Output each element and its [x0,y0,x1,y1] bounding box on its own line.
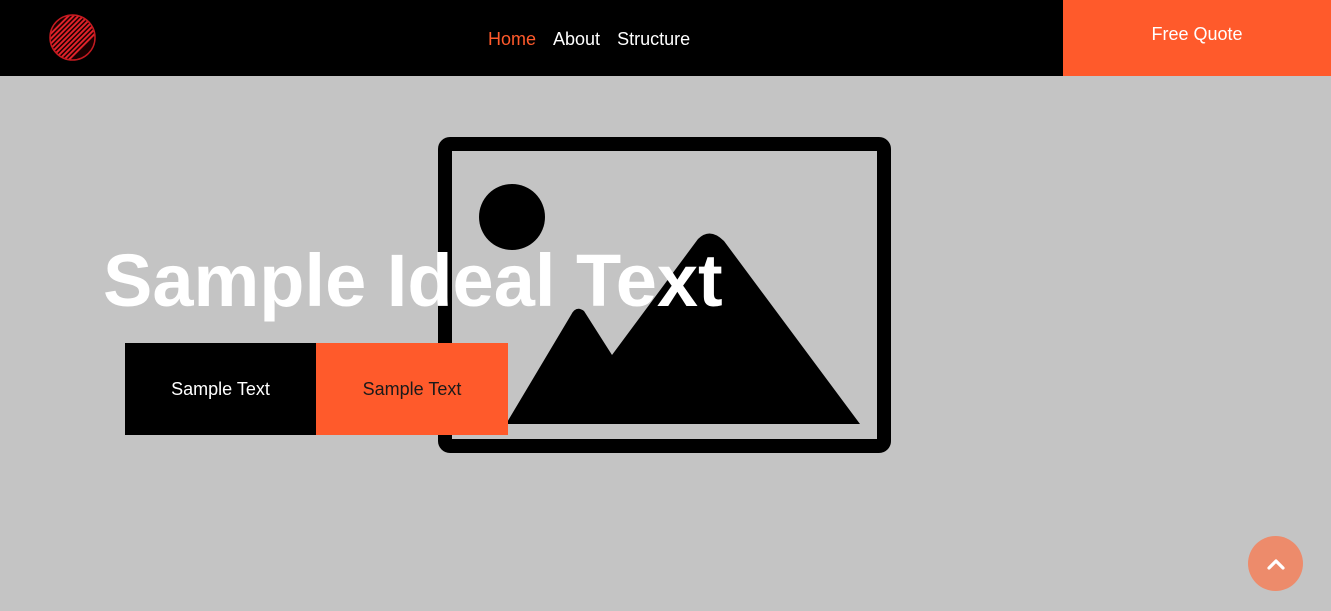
main-nav: Home About Structure [488,28,690,50]
hero-title: Sample Ideal Text [103,239,723,322]
page: Home About Structure Free Quote Sample I… [0,0,1331,611]
logo-icon[interactable] [49,14,96,61]
nav-link-about[interactable]: About [553,28,600,50]
scroll-to-top-button[interactable] [1248,536,1303,591]
chevron-up-icon [1266,558,1285,570]
free-quote-button[interactable]: Free Quote [1063,0,1331,76]
site-header: Home About Structure Free Quote [0,0,1331,76]
secondary-button[interactable]: Sample Text [316,343,508,435]
nav-link-home[interactable]: Home [488,28,536,50]
primary-button[interactable]: Sample Text [125,343,316,435]
nav-link-structure[interactable]: Structure [617,28,690,50]
